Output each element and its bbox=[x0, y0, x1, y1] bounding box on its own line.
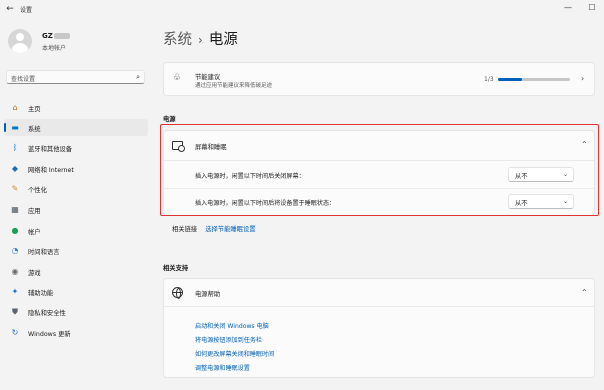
wifi-icon: ◆ bbox=[11, 164, 19, 173]
screen-sleep-title: 屏幕和睡眠 bbox=[195, 144, 227, 151]
sleep-label: 插入电源时，闲置以下时间后将设备置于睡眠状态： bbox=[195, 200, 336, 207]
user-name-text: GZ bbox=[42, 32, 53, 40]
screen-off-label: 插入电源时，闲置以下时间后关闭屏幕： bbox=[195, 173, 305, 180]
sidebar-item-label: 帐户 bbox=[28, 229, 41, 236]
screen-sleep-card: 屏幕和睡眠 ⌃ 插入电源时，闲置以下时间后关闭屏幕： 从不 ⌄ 插入电源时，闲置… bbox=[163, 130, 595, 216]
avatar[interactable] bbox=[8, 29, 32, 53]
power-help-card: 电源帮助 ⌃ 启动和关闭 Windows 电脑 将电源按钮添加到任务栏 如何更改… bbox=[163, 278, 595, 378]
sidebar-item-gaming[interactable]: ◉ 游戏 bbox=[4, 263, 148, 280]
search-placeholder: 查找设置 bbox=[11, 76, 36, 83]
minimize-button[interactable]: — bbox=[560, 1, 576, 15]
breadcrumb: 系统 › 电源 bbox=[163, 28, 238, 49]
selection-indicator bbox=[4, 123, 6, 132]
energy-progress-count: 1/3 bbox=[484, 76, 494, 83]
sidebar-item-bluetooth[interactable]: ᛒ 蓝牙和其他设备 bbox=[4, 139, 148, 156]
help-link[interactable]: 如何更改屏幕关闭和睡眠时间 bbox=[195, 349, 274, 358]
maximize-button[interactable]: ☐ bbox=[584, 1, 600, 15]
user-name: GZ bbox=[42, 32, 70, 40]
help-link[interactable]: 调整电源和睡眠设置 bbox=[195, 363, 250, 372]
sleep-value: 从不 bbox=[515, 200, 528, 207]
gamepad-icon: ◉ bbox=[11, 267, 19, 276]
account-type: 本地帐户 bbox=[42, 45, 67, 52]
sidebar-item-windows-update[interactable]: ↻ Windows 更新 bbox=[4, 324, 148, 341]
screen-sleep-header[interactable]: 屏幕和睡眠 ⌃ bbox=[164, 131, 594, 161]
chevron-up-icon[interactable]: ⌃ bbox=[581, 288, 588, 297]
chevron-down-icon: ⌄ bbox=[562, 171, 568, 178]
sidebar-item-time-language[interactable]: ◔ 时间和语言 bbox=[4, 242, 148, 259]
globe-icon bbox=[172, 287, 183, 299]
energy-progress-fill bbox=[498, 78, 522, 81]
sidebar-item-label: 时间和语言 bbox=[28, 249, 60, 256]
related-links-label: 相关链接 bbox=[172, 226, 198, 233]
accessibility-icon: ✦ bbox=[11, 287, 19, 296]
chevron-down-icon: ⌄ bbox=[562, 198, 568, 205]
sleep-row: 插入电源时，闲置以下时间后将设备置于睡眠状态： 从不 ⌄ bbox=[164, 188, 594, 214]
sidebar-item-label: 辅助功能 bbox=[28, 290, 54, 297]
chevron-right-icon: › bbox=[581, 74, 585, 83]
breadcrumb-parent[interactable]: 系统 bbox=[163, 32, 192, 48]
brush-icon: ✎ bbox=[11, 184, 19, 193]
sidebar-item-label: 游戏 bbox=[28, 270, 41, 277]
power-help-title: 电源帮助 bbox=[195, 291, 221, 298]
sidebar-item-apps[interactable]: ▦ 应用 bbox=[4, 201, 148, 218]
search-icon: ⌕ bbox=[136, 73, 140, 81]
sidebar-item-accessibility[interactable]: ✦ 辅助功能 bbox=[4, 283, 148, 300]
sidebar-item-network[interactable]: ◆ 网络和 Internet bbox=[4, 160, 148, 177]
screen-off-select[interactable]: 从不 ⌄ bbox=[508, 167, 574, 182]
sidebar-item-label: 隐私和安全性 bbox=[28, 310, 66, 317]
sidebar-item-label: 蓝牙和其他设备 bbox=[28, 146, 73, 153]
search-input[interactable]: 查找设置 ⌕ bbox=[6, 70, 145, 84]
help-link[interactable]: 将电源按钮添加到任务栏 bbox=[195, 335, 262, 344]
leaf-icon: ♧ bbox=[173, 73, 182, 83]
sidebar-item-privacy[interactable]: ⛊ 隐私和安全性 bbox=[4, 303, 148, 320]
sidebar-item-home[interactable]: ⌂ 主页 bbox=[4, 99, 148, 116]
energy-saver-sleep-link[interactable]: 选择节能睡眠设置 bbox=[205, 226, 255, 233]
person-icon: ● bbox=[11, 226, 19, 235]
sidebar-item-label: 网络和 Internet bbox=[28, 167, 74, 174]
energy-subtitle: 通过应用节能建议来降低碳足迹 bbox=[195, 83, 273, 89]
sidebar-item-personalization[interactable]: ✎ 个性化 bbox=[4, 180, 148, 197]
back-button[interactable]: ← bbox=[4, 3, 16, 15]
app-title: 设置 bbox=[20, 7, 33, 14]
sidebar-item-label: 主页 bbox=[28, 106, 41, 113]
monitor-icon: ▬ bbox=[11, 123, 19, 132]
user-name-redaction bbox=[53, 33, 70, 39]
bluetooth-icon: ᛒ bbox=[12, 143, 18, 152]
chevron-up-icon[interactable]: ⌃ bbox=[581, 140, 588, 149]
update-icon: ↻ bbox=[11, 328, 19, 337]
power-section-label: 电源 bbox=[163, 116, 176, 123]
related-support-label: 相关支持 bbox=[163, 265, 189, 272]
breadcrumb-separator-icon: › bbox=[198, 33, 203, 47]
apps-icon: ▦ bbox=[11, 205, 19, 214]
screen-sleep-icon bbox=[172, 141, 185, 152]
power-help-header[interactable]: 电源帮助 ⌃ bbox=[164, 279, 594, 307]
sidebar-item-system[interactable]: ▬ 系统 bbox=[4, 119, 148, 136]
sidebar-item-label: 个性化 bbox=[28, 187, 47, 194]
home-icon: ⌂ bbox=[12, 103, 18, 112]
sidebar-item-label: Windows 更新 bbox=[28, 331, 71, 338]
title-bar: ← 设置 — ☐ bbox=[0, 0, 604, 18]
energy-progress-bar bbox=[498, 78, 570, 81]
sidebar-item-label: 系统 bbox=[28, 126, 41, 133]
shield-icon: ⛊ bbox=[12, 307, 18, 316]
clock-globe-icon: ◔ bbox=[11, 246, 19, 255]
page-title: 电源 bbox=[208, 32, 238, 48]
energy-title: 节能建议 bbox=[195, 74, 221, 81]
help-link[interactable]: 启动和关闭 Windows 电脑 bbox=[195, 321, 269, 330]
screen-off-row: 插入电源时，闲置以下时间后关闭屏幕： 从不 ⌄ bbox=[164, 162, 594, 188]
energy-recommendations-card[interactable]: ♧ 节能建议 通过应用节能建议来降低碳足迹 1/3 › bbox=[163, 62, 595, 96]
sidebar-item-accounts[interactable]: ● 帐户 bbox=[4, 222, 148, 239]
sidebar-item-label: 应用 bbox=[28, 208, 41, 215]
screen-off-value: 从不 bbox=[515, 173, 528, 180]
sleep-select[interactable]: 从不 ⌄ bbox=[508, 194, 574, 209]
related-links-row: 相关链接 选择节能睡眠设置 bbox=[172, 224, 256, 233]
